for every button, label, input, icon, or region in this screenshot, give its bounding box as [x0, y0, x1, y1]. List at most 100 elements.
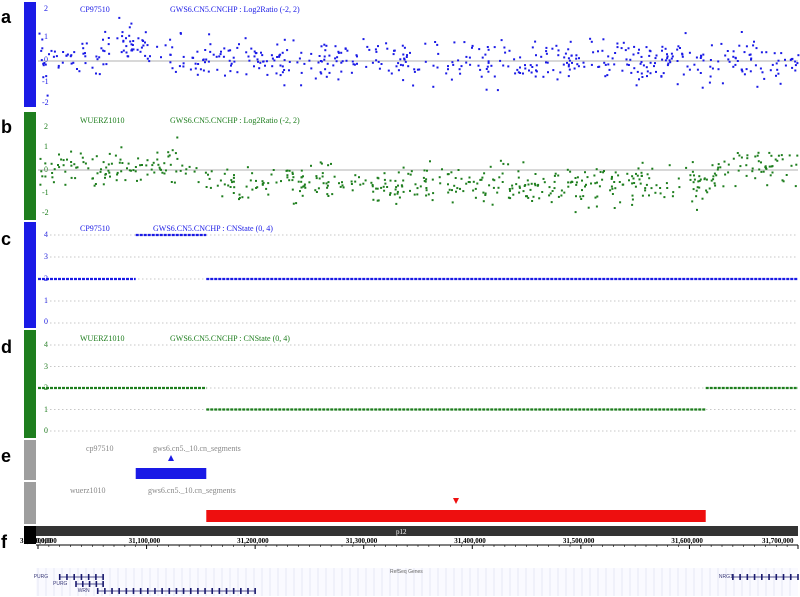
- data-point-a: [365, 65, 368, 68]
- data-point-b: [527, 183, 530, 186]
- data-point-a: [395, 65, 398, 68]
- data-point-b: [79, 152, 82, 155]
- data-point-b: [474, 187, 477, 190]
- data-point-b: [693, 174, 695, 177]
- data-point-b: [439, 182, 442, 185]
- data-point-a: [453, 41, 456, 44]
- data-point-b: [261, 183, 264, 186]
- data-point-b: [534, 184, 537, 187]
- data-point-a: [777, 72, 780, 75]
- data-point-b: [710, 179, 713, 182]
- data-point-a: [590, 63, 593, 66]
- data-point-a: [540, 55, 543, 58]
- data-point-b: [746, 157, 749, 160]
- data-point-a: [738, 44, 741, 47]
- data-point-a: [535, 54, 537, 57]
- data-point-b: [419, 185, 422, 188]
- data-point-b: [246, 166, 249, 169]
- ruler-label: 31,000,000: [20, 537, 52, 545]
- data-point-a: [676, 48, 679, 51]
- data-point-a: [392, 53, 395, 56]
- data-point-a: [328, 71, 331, 74]
- data-point-a: [557, 49, 560, 52]
- data-point-a: [776, 68, 779, 71]
- data-point-a: [128, 26, 131, 29]
- data-point-b: [698, 186, 701, 189]
- data-point-a: [253, 65, 255, 68]
- data-point-b: [53, 168, 56, 171]
- data-point-b: [708, 187, 711, 190]
- gene-exon: [161, 588, 163, 594]
- data-point-b: [497, 186, 500, 189]
- data-point-b: [315, 177, 318, 180]
- data-point-b: [44, 175, 47, 178]
- data-point-a: [424, 60, 427, 63]
- data-point-a: [296, 61, 299, 64]
- data-point-b: [157, 163, 160, 166]
- data-point-b: [272, 169, 275, 171]
- data-point-a: [334, 57, 337, 60]
- data-point-a: [340, 70, 343, 73]
- data-point-a: [85, 42, 88, 45]
- data-point-a: [323, 58, 326, 61]
- data-point-a: [668, 59, 671, 62]
- data-point-b: [267, 182, 270, 185]
- data-point-a: [620, 47, 623, 50]
- data-point-b: [619, 201, 622, 204]
- data-point-a: [743, 73, 746, 76]
- data-point-b: [255, 187, 258, 189]
- data-point-a: [627, 47, 630, 50]
- data-point-a: [104, 30, 107, 33]
- gene-exon: [73, 574, 75, 580]
- data-point-b: [468, 181, 471, 184]
- data-point-a: [122, 49, 125, 52]
- data-point-b: [459, 187, 461, 190]
- data-point-a: [380, 63, 383, 65]
- data-point-b: [427, 193, 430, 196]
- data-point-a: [351, 60, 354, 63]
- data-point-a: [662, 72, 665, 75]
- data-point-b: [226, 168, 229, 171]
- data-point-b: [413, 193, 416, 196]
- data-point-a: [436, 66, 439, 69]
- data-point-b: [692, 188, 695, 191]
- data-point-b: [507, 163, 510, 166]
- data-point-b: [550, 201, 553, 204]
- data-point-a: [325, 44, 328, 47]
- data-point-a: [562, 63, 565, 66]
- data-point-b: [734, 185, 737, 188]
- data-point-b: [304, 186, 307, 189]
- data-point-b: [595, 205, 598, 208]
- data-point-b: [633, 182, 636, 184]
- data-point-a: [121, 35, 124, 38]
- data-point-a: [207, 70, 210, 73]
- data-point-a: [613, 63, 616, 66]
- data-point-a: [402, 53, 405, 56]
- data-point-b: [327, 195, 330, 197]
- data-point-a: [345, 59, 348, 62]
- data-point-a: [266, 73, 269, 76]
- gene-exon: [225, 588, 228, 594]
- data-point-b: [754, 155, 757, 158]
- data-point-a: [40, 49, 43, 52]
- data-point-a: [375, 50, 378, 53]
- data-point-b: [270, 173, 273, 176]
- data-point-a: [490, 64, 493, 67]
- data-point-a: [604, 75, 607, 78]
- gene-exon: [240, 588, 242, 594]
- data-point-b: [169, 163, 172, 166]
- data-point-b: [655, 184, 658, 187]
- data-point-b: [724, 173, 727, 176]
- plot-canvas[interactable]: [0, 0, 800, 597]
- data-point-b: [531, 200, 534, 202]
- data-point-a: [447, 65, 449, 68]
- gene-label-wrn: WRN: [77, 588, 90, 594]
- data-point-a: [41, 38, 44, 41]
- data-point-a: [726, 50, 729, 52]
- data-point-b: [163, 172, 166, 175]
- data-point-b: [95, 155, 98, 158]
- data-point-a: [413, 68, 416, 71]
- data-point-a: [648, 54, 651, 57]
- data-point-a: [530, 71, 533, 74]
- data-point-b: [584, 171, 586, 174]
